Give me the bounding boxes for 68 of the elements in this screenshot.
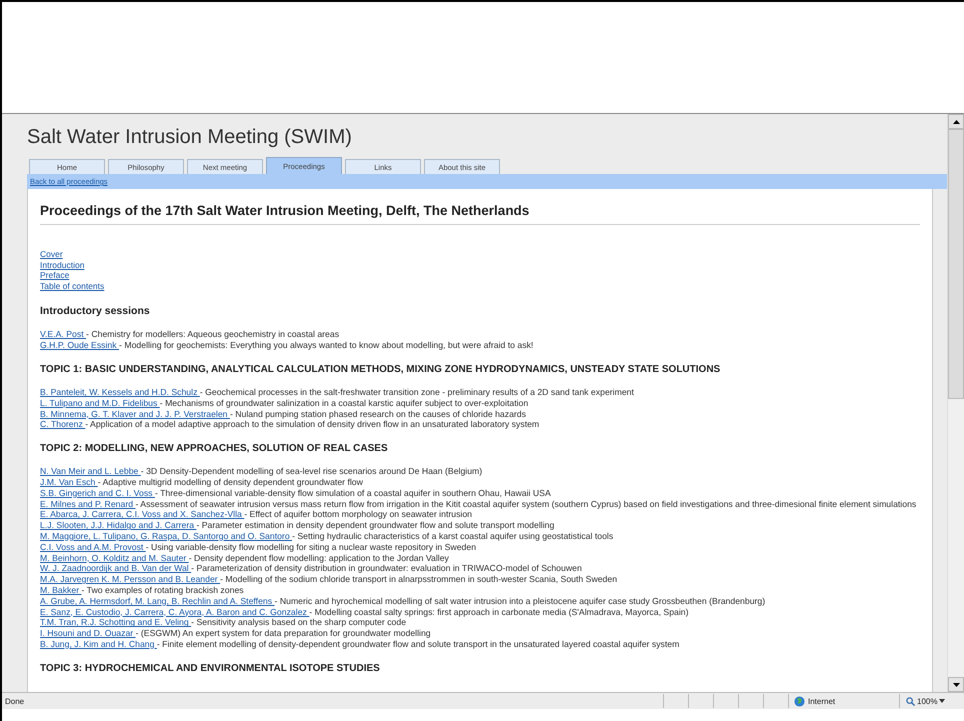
section-heading: TOPIC 3: HYDROCHEMICAL AND ENVIRONMENTAL ISOTOPE STUDIES — [40, 662, 381, 674]
author-link[interactable]: L. Tulipano and M.D. Fidelibus — [40, 398, 160, 408]
section-heading: TOPIC 1: BASIC UNDERSTANDING, ANALYTICAL CALCULATION METHODS, MIXING ZONE HYDRODYNAMICS, UNSTEADY STATE SOLUTIONS — [40, 364, 722, 375]
status-text: Done — [4, 696, 26, 706]
scroll-down-button[interactable] — [948, 677, 964, 692]
author-link[interactable]: C.I. Voss and A.M. Provost — [40, 542, 146, 552]
author-link[interactable]: A. Grube, A. Hermsdorf, M. Lang, B. Rechlin and A. Steffens — [40, 596, 275, 606]
scroll-up-button[interactable] — [948, 114, 964, 129]
author-link[interactable]: G.H.P. Oude Essink — [40, 340, 120, 350]
author-link[interactable]: C. Thorenz — [40, 419, 86, 430]
down-arrow-icon — [952, 682, 960, 686]
author-link[interactable]: J.M. Van Esch — [40, 476, 98, 487]
paper-entry: W. J. Zaadnoordijk and B. Van der Wal - Parameterization of density distribution in groundwater: evaluation in TRIWACO-model of Schouwen — [40, 563, 583, 574]
paper-entry: E. Milnes and P. Renard - Assessment of seawater intrusion versus mass return flow from irrigation in the Kitit coastal aquifer system (southern Cyprus) based on field investigations and three-dimesional finite element simulations — [40, 498, 918, 510]
paper-entry: I. Hsouni and D. Ouazar - (ESGWM) An expert system for data preparation for groundwater modelling — [40, 628, 432, 639]
paper-entry: J.M. Van Esch - Adaptive multigrid modelling of density dependent groundwater flow — [40, 476, 364, 488]
paper-entry: L. Tulipano and M.D. Fidelibus - Mechanisms of groundwater salinization in a coastal karstic aquifer subject to over-exploitation — [40, 398, 530, 409]
document-link[interactable]: Introduction — [40, 260, 84, 270]
paper-entry: B. Minnema, G. T. Klaver and J. J. P. Verstraelen - Nuland pumping station phased research on the causes of chloride hazards — [40, 408, 527, 420]
paper-entry: B. Panteleit, W. Kessels and H.D. Schulz - Geochemical processes in the salt-freshwater transition zone - preliminary results of a 2D sand tank experiment — [40, 386, 635, 398]
paper-entry: B. Jung, J. Kim and H. Chang - Finite element modelling of density-dependent groundwater flow and solute transport in the unsaturated layered coastal aquifer system — [40, 638, 680, 650]
site-title: Salt Water Intrusion Meeting (SWIM) — [27, 125, 353, 149]
up-arrow-icon — [952, 120, 960, 124]
paper-entry: M.A. Jarvegren K. M. Persson and B. Leander - Modelling of the sodium chloride transport in alnarpsstrommen in south-wester Scania, South Sweden — [40, 574, 618, 585]
security-zone-label: Internet — [808, 696, 836, 706]
paper-entry: M. Maggiore, L. Tulipano, G. Raspa, D. Santorgo and O. Santoro - Setting hydraulic characteristics of a karst coastal aquifer using geostatistical tools — [40, 530, 614, 542]
paper-entry: L.J. Slooten, J.J. Hidalgo and J. Carrera - Parameter estimation in density dependent groundwater flow and solute transport modelling — [40, 520, 556, 531]
magnifier-icon — [906, 696, 915, 706]
paper-entry: M. Beinhorn, O. Kolditz and M. Sauter - Density dependent flow modelling: application to the Jordan Valley — [40, 552, 450, 564]
paper-entry: E. Sanz, E. Custodio, J. Carrera, C. Ayora, A. Baron and C. Gonzalez - Modelling coastal salty springs: first approach in carbonate media (S'Almadrava, Mayorca, Spain) — [40, 606, 690, 618]
author-link[interactable]: B. Jung, J. Kim and H. Chang — [40, 638, 157, 649]
author-link[interactable]: M. Beinhorn, O. Kolditz and M. Sauter — [40, 552, 189, 563]
document-link[interactable]: Preface — [40, 270, 70, 280]
paper-entry: M. Bakker - Two examples of rotating brackish zones — [40, 584, 245, 596]
caret-icon — [939, 699, 946, 703]
author-link[interactable]: E. Milnes and P. Renard — [40, 498, 136, 509]
paper-entry: C.I. Voss and A.M. Provost - Using variable-density flow modelling for siting a nuclear waste repository in Sweden — [40, 542, 478, 553]
paper-entry: C. Thorenz - Application of a model adaptive approach to the simulation of density driven flow in an unsaturated laboratory system — [40, 419, 540, 430]
author-link[interactable]: W. J. Zaadnoordijk and B. Van der Wal — [40, 563, 192, 574]
paper-entry: V.E.A. Post - Chemistry for modellers: Aqueous geochemistry in coastal areas — [40, 329, 340, 340]
paper-entry: G.H.P. Oude Essink - Modelling for geochemists: Everything you always wanted to know about modelling, but were afraid to ask! — [40, 340, 534, 351]
globe-icon — [794, 696, 805, 706]
scrollbar-thumb[interactable] — [948, 129, 964, 399]
author-link[interactable]: E. Abarca, J. Carrera, C.I. Voss and X. Sanchez-Vlla — [40, 509, 244, 520]
page-heading: Proceedings of the 17th Salt Water Intrusion Meeting, Delft, The Netherlands — [40, 203, 530, 218]
scrollbar[interactable] — [947, 114, 964, 692]
paper-entry: A. Grube, A. Hermsdorf, M. Lang, B. Rechlin and A. Steffens - Numeric and hyrochemical modelling of salt water intrusion into a pleistocene aquifer case study Grossbeuthen (Brandenburg) — [40, 596, 766, 607]
paper-entry: N. Van Meir and L. Lebbe - 3D Density-Dependent modelling of sea-level rise scenarios around De Haan (Belgium) — [40, 466, 484, 477]
zoom-control[interactable]: 100% — [899, 694, 964, 708]
author-link[interactable]: S.B. Gingerich and C. I. Voss — [40, 488, 155, 498]
author-link[interactable]: E. Sanz, E. Custodio, J. Carrera, C. Ayora, A. Baron and C. Gonzalez — [40, 606, 310, 617]
author-link[interactable]: I. Hsouni and D. Ouazar — [40, 628, 136, 638]
author-link[interactable]: M. Bakker — [40, 584, 82, 595]
author-link[interactable]: M. Maggiore, L. Tulipano, G. Raspa, D. Santorgo and O. Santoro — [40, 530, 292, 541]
author-link[interactable]: M.A. Jarvegren K. M. Persson and B. Leander — [40, 574, 220, 584]
author-link[interactable]: B. Minnema, G. T. Klaver and J. J. P. Verstraelen — [40, 408, 230, 419]
author-link[interactable]: T.M. Tran, R.J. Schotting and E. Veling — [40, 617, 192, 628]
author-link[interactable]: V.E.A. Post — [40, 329, 86, 340]
section-heading: Introductory sessions — [40, 305, 151, 318]
paper-entry: S.B. Gingerich and C. I. Voss - Three-dimensional variable-density flow simulation of a coastal aquifer in southern Ohau, Hawaii USA — [40, 488, 552, 499]
paper-entry: E. Abarca, J. Carrera, C.I. Voss and X. Sanchez-Vlla - Effect of aquifer bottom morphology on seawater intrusion — [40, 509, 474, 520]
document-link[interactable]: Table of contents — [40, 280, 104, 291]
author-link[interactable]: N. Van Meir and L. Lebbe — [40, 466, 141, 476]
paper-entry: T.M. Tran, R.J. Schotting and E. Veling - Sensitivity analysis based on the sharp computer code — [40, 617, 408, 628]
document-link[interactable]: Cover — [40, 249, 63, 259]
author-link[interactable]: B. Panteleit, W. Kessels and H.D. Schulz — [40, 386, 200, 397]
section-heading: TOPIC 2: MODELLING, NEW APPROACHES, SOLUTION OF REAL CASES — [40, 443, 389, 454]
author-link[interactable]: L.J. Slooten, J.J. Hidalgo and J. Carrera — [40, 520, 196, 530]
